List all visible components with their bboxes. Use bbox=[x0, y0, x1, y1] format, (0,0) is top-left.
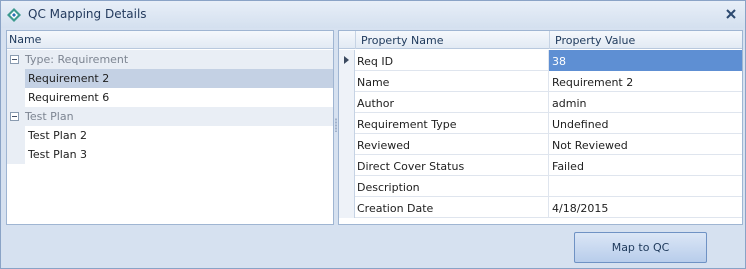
property-value-cell[interactable]: 38 bbox=[549, 50, 742, 71]
tree-indent bbox=[7, 69, 25, 107]
row-indicator bbox=[339, 176, 355, 197]
grip-icon bbox=[335, 118, 337, 132]
tree-item-test-plan-3[interactable]: Test Plan 3 bbox=[25, 145, 333, 164]
row-indicator bbox=[339, 71, 355, 92]
row-indicator bbox=[339, 113, 355, 134]
window-title: QC Mapping Details bbox=[28, 7, 147, 21]
grid-row[interactable]: Name Requirement 2 bbox=[339, 71, 742, 92]
grid-row[interactable]: Reviewed Not Reviewed bbox=[339, 134, 742, 155]
property-name-cell: Reviewed bbox=[355, 134, 549, 155]
row-indicator bbox=[339, 197, 355, 218]
column-header-property-value[interactable]: Property Value bbox=[549, 31, 742, 49]
grid-row[interactable]: Author admin bbox=[339, 92, 742, 113]
diamond-logo-icon bbox=[7, 8, 21, 22]
property-grid[interactable]: Property Name Property Value Req ID 38 N… bbox=[338, 30, 743, 225]
title-bar[interactable]: QC Mapping Details bbox=[1, 1, 745, 28]
group-label: Type: Requirement bbox=[25, 53, 129, 66]
collapse-icon[interactable] bbox=[10, 112, 19, 121]
row-indicator bbox=[339, 134, 355, 155]
property-value-cell[interactable]: Requirement 2 bbox=[549, 71, 742, 92]
property-name-cell: Direct Cover Status bbox=[355, 155, 549, 176]
row-indicator bbox=[339, 155, 355, 176]
qc-mapping-dialog: QC Mapping Details Name Type: Requiremen… bbox=[0, 0, 746, 269]
property-value-cell[interactable]: Not Reviewed bbox=[549, 134, 742, 155]
property-value-cell[interactable]: Undefined bbox=[549, 113, 742, 134]
group-row-test-plan[interactable]: Test Plan bbox=[7, 107, 333, 126]
current-row-arrow-icon bbox=[339, 50, 355, 71]
grid-row[interactable]: Creation Date 4/18/2015 bbox=[339, 197, 742, 218]
row-indicator bbox=[339, 92, 355, 113]
group-row-type-requirement[interactable]: Type: Requirement bbox=[7, 50, 333, 69]
grid-row[interactable]: Description bbox=[339, 176, 742, 197]
requirements-tree[interactable]: Name Type: Requirement Requirement 2 Req… bbox=[6, 30, 334, 225]
property-name-cell: Author bbox=[355, 92, 549, 113]
grid-row[interactable]: Requirement Type Undefined bbox=[339, 113, 742, 134]
property-value-cell[interactable]: Failed bbox=[549, 155, 742, 176]
property-name-cell: Req ID bbox=[355, 50, 549, 71]
collapse-icon[interactable] bbox=[10, 55, 19, 64]
property-name-cell: Creation Date bbox=[355, 197, 549, 218]
map-to-qc-button[interactable]: Map to QC bbox=[574, 232, 707, 263]
tree-item-requirement-6[interactable]: Requirement 6 bbox=[25, 88, 333, 107]
property-value-cell[interactable]: admin bbox=[549, 92, 742, 113]
property-name-cell: Name bbox=[355, 71, 549, 92]
tree-item-requirement-2[interactable]: Requirement 2 bbox=[25, 69, 333, 88]
tree-column-header[interactable]: Name bbox=[7, 31, 333, 49]
grid-row[interactable]: Direct Cover Status Failed bbox=[339, 155, 742, 176]
close-icon[interactable] bbox=[723, 6, 739, 22]
property-value-cell[interactable]: 4/18/2015 bbox=[549, 197, 742, 218]
property-name-cell: Requirement Type bbox=[355, 113, 549, 134]
grid-row[interactable]: Req ID 38 bbox=[339, 50, 742, 71]
indicator-header bbox=[339, 31, 355, 49]
property-value-cell[interactable] bbox=[549, 176, 742, 197]
tree-item-test-plan-2[interactable]: Test Plan 2 bbox=[25, 126, 333, 145]
property-name-cell: Description bbox=[355, 176, 549, 197]
tree-indent bbox=[7, 126, 25, 164]
group-label: Test Plan bbox=[25, 110, 74, 123]
grid-header: Property Name Property Value bbox=[339, 31, 742, 49]
column-header-property-name[interactable]: Property Name bbox=[355, 31, 549, 49]
